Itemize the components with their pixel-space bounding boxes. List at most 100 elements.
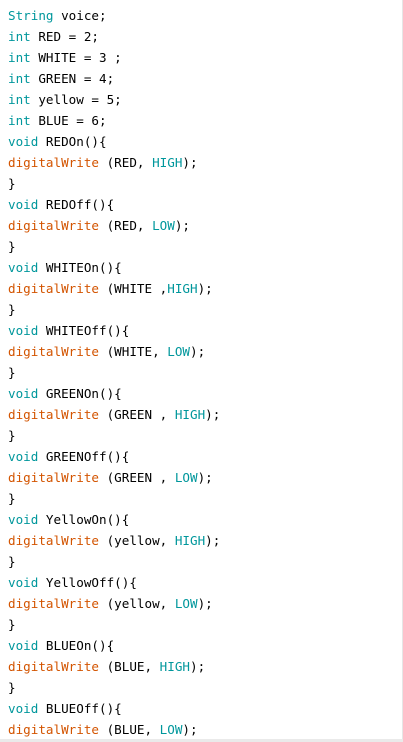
- code-text: BLUE = 6;: [30, 113, 107, 128]
- code-text: }: [8, 617, 16, 632]
- code-text: (GREEN ,: [99, 470, 175, 485]
- code-keyword: String: [8, 8, 54, 23]
- code-line[interactable]: digitalWrite (yellow, HIGH);: [8, 530, 402, 551]
- code-constant: HIGH: [152, 155, 183, 170]
- code-function: digitalWrite: [8, 470, 99, 485]
- code-line[interactable]: digitalWrite (WHITE, LOW);: [8, 341, 402, 362]
- code-text: (yellow,: [99, 533, 175, 548]
- code-line[interactable]: void WHITEOff(){: [8, 320, 402, 341]
- code-constant: HIGH: [159, 659, 191, 674]
- code-function: digitalWrite: [8, 533, 99, 548]
- code-constant: HIGH: [174, 533, 206, 548]
- code-text: );: [182, 722, 198, 737]
- code-keyword: int: [8, 29, 31, 44]
- code-constant: HIGH: [174, 407, 206, 422]
- code-keyword: void: [8, 449, 39, 464]
- code-line[interactable]: }: [8, 173, 402, 194]
- code-text: );: [190, 659, 206, 674]
- code-line[interactable]: void BLUEOn(){: [8, 635, 402, 656]
- code-constant: LOW: [174, 596, 198, 611]
- code-keyword: int: [8, 92, 31, 107]
- code-line[interactable]: digitalWrite (BLUE, LOW);: [8, 719, 402, 740]
- code-text: }: [8, 491, 16, 506]
- code-line[interactable]: }: [8, 236, 402, 257]
- code-text: YellowOff(){: [38, 575, 137, 590]
- code-text: (GREEN ,: [99, 407, 175, 422]
- code-text: REDOn(){: [38, 134, 107, 149]
- code-function: digitalWrite: [8, 659, 99, 674]
- code-lines[interactable]: String voice; int RED = 2; int WHITE = 3 ;…: [8, 5, 402, 740]
- code-text: REDOff(){: [38, 197, 115, 212]
- code-function: digitalWrite: [8, 407, 99, 422]
- code-text: GREENOn(){: [38, 386, 122, 401]
- code-line[interactable]: void GREENOn(){: [8, 383, 402, 404]
- code-line[interactable]: int RED = 2;: [8, 26, 402, 47]
- code-text: );: [205, 407, 221, 422]
- code-keyword: void: [8, 134, 39, 149]
- code-text: );: [182, 155, 198, 170]
- code-text: (RED,: [99, 155, 153, 170]
- code-keyword: void: [8, 197, 39, 212]
- code-text: );: [205, 533, 221, 548]
- code-text: (BLUE,: [99, 722, 160, 737]
- code-line[interactable]: void REDOff(){: [8, 194, 402, 215]
- code-function: digitalWrite: [8, 722, 99, 737]
- code-line[interactable]: digitalWrite (yellow, LOW);: [8, 593, 402, 614]
- code-keyword: void: [8, 323, 39, 338]
- code-line[interactable]: void YellowOff(){: [8, 572, 402, 593]
- code-text: (yellow,: [99, 596, 175, 611]
- code-text: }: [8, 302, 16, 317]
- code-line[interactable]: }: [8, 614, 402, 635]
- code-line[interactable]: int WHITE = 3 ;: [8, 47, 402, 68]
- code-text: yellow = 5;: [30, 92, 122, 107]
- code-line[interactable]: }: [8, 362, 402, 383]
- code-constant: LOW: [152, 218, 175, 233]
- code-text: );: [197, 470, 213, 485]
- code-line[interactable]: void BLUEOff(){: [8, 698, 402, 719]
- code-text: (BLUE,: [99, 659, 160, 674]
- code-line[interactable]: digitalWrite (RED, HIGH);: [8, 152, 402, 173]
- code-text: (WHITE,: [99, 344, 168, 359]
- code-constant: LOW: [159, 722, 183, 737]
- code-keyword: void: [8, 386, 39, 401]
- code-text: WHITEOff(){: [38, 323, 130, 338]
- code-text: YellowOn(){: [38, 512, 130, 527]
- code-line[interactable]: void WHITEOn(){: [8, 257, 402, 278]
- code-text: }: [8, 680, 16, 695]
- code-text: BLUEOn(){: [38, 638, 115, 653]
- code-keyword: void: [8, 701, 39, 716]
- code-line[interactable]: digitalWrite (WHITE ,HIGH);: [8, 278, 402, 299]
- code-line[interactable]: digitalWrite (GREEN , LOW);: [8, 467, 402, 488]
- code-function: digitalWrite: [8, 281, 99, 296]
- code-text: }: [8, 365, 16, 380]
- code-keyword: int: [8, 113, 31, 128]
- code-line[interactable]: }: [8, 551, 402, 572]
- code-text: GREEN = 4;: [30, 71, 115, 86]
- code-line[interactable]: digitalWrite (GREEN , HIGH);: [8, 404, 402, 425]
- code-line[interactable]: String voice;: [8, 5, 402, 26]
- code-line[interactable]: }: [8, 677, 402, 698]
- code-text: );: [174, 218, 190, 233]
- code-line[interactable]: void GREENOff(){: [8, 446, 402, 467]
- code-text: );: [197, 596, 213, 611]
- code-keyword: void: [8, 260, 39, 275]
- code-line[interactable]: digitalWrite (BLUE, HIGH);: [8, 656, 402, 677]
- code-line[interactable]: digitalWrite (RED, LOW);: [8, 215, 402, 236]
- code-line[interactable]: int BLUE = 6;: [8, 110, 402, 131]
- code-keyword: void: [8, 638, 39, 653]
- code-function: digitalWrite: [8, 155, 99, 170]
- code-keyword: int: [8, 50, 31, 65]
- code-line[interactable]: int GREEN = 4;: [8, 68, 402, 89]
- code-line[interactable]: void YellowOn(){: [8, 509, 402, 530]
- code-line[interactable]: }: [8, 488, 402, 509]
- code-text: BLUEOff(){: [38, 701, 122, 716]
- code-keyword: int: [8, 71, 31, 86]
- code-line[interactable]: int yellow = 5;: [8, 89, 402, 110]
- code-line[interactable]: }: [8, 299, 402, 320]
- code-line[interactable]: void REDOn(){: [8, 131, 402, 152]
- code-line[interactable]: }: [8, 425, 402, 446]
- code-text: WHITEOn(){: [38, 260, 122, 275]
- code-text: voice;: [53, 8, 107, 23]
- code-constant: LOW: [174, 470, 198, 485]
- code-editor[interactable]: String voice; int RED = 2; int WHITE = 3 ;…: [0, 0, 403, 742]
